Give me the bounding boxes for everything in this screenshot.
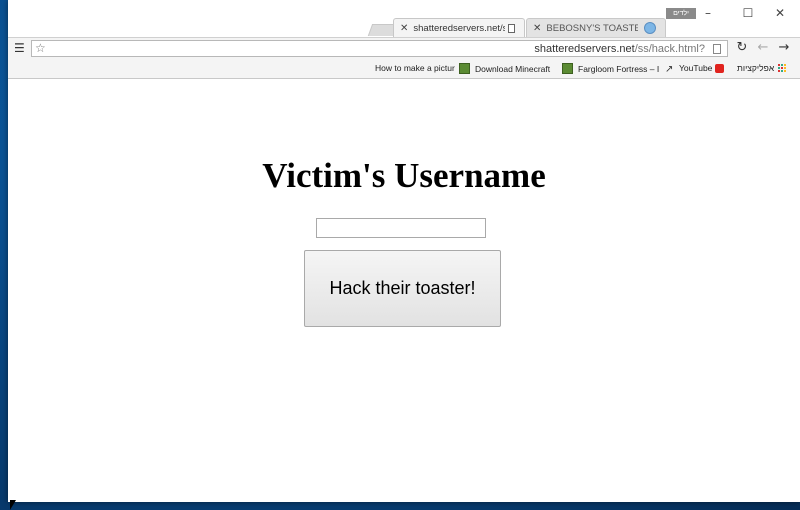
- bookmarks-bar: How to make a pictur Download Minecraft …: [8, 59, 800, 79]
- tab-toaster-page[interactable]: ✕ BEBOSNY'S TOASTER HA...: [526, 18, 666, 37]
- back-arrow-icon[interactable]: ←: [755, 40, 771, 55]
- url-path: /ss/hack.html?: [634, 43, 705, 55]
- minimize-button[interactable]: –: [698, 6, 718, 20]
- browser-toolbar: ☰ ☆ shatteredservers.net/ss/hack.html? ↻…: [8, 37, 800, 60]
- browser-window: ✕ shatteredservers.net/ss/h... ✕ BEBOSNY…: [8, 0, 800, 502]
- bookmark-label: Fargloom Fortress – I: [578, 63, 660, 74]
- page-info-icon[interactable]: [713, 44, 721, 54]
- maximize-button[interactable]: ☐: [738, 6, 758, 20]
- forward-arrow-icon[interactable]: →: [776, 40, 792, 55]
- bookmark-star-icon[interactable]: ☆: [35, 41, 46, 55]
- bookmark-label: Download Minecraft: [475, 63, 551, 74]
- tab-hack-page[interactable]: ✕ shatteredservers.net/ss/h...: [393, 18, 525, 37]
- bookmark-item[interactable]: Download Minecraft: [459, 63, 550, 74]
- bookmark-item[interactable]: Fargloom Fortress – I: [562, 63, 659, 74]
- profile-badge[interactable]: ילדים: [666, 8, 696, 19]
- page-content: Victim's Username Hack their toaster!: [8, 79, 800, 502]
- page-icon: [508, 23, 516, 33]
- mouse-cursor: [10, 500, 16, 510]
- hack-button[interactable]: Hack their toaster!: [304, 250, 501, 327]
- menu-icon[interactable]: ☰: [14, 41, 25, 55]
- minecraft-block-icon: [562, 63, 573, 74]
- tab-title: shatteredservers.net/ss/h...: [413, 22, 506, 34]
- bookmark-item[interactable]: How to make a pictur: [375, 63, 455, 73]
- url-text[interactable]: shatteredservers.net/ss/hack.html?: [534, 43, 705, 55]
- bookmark-label: YouTube: [679, 63, 713, 73]
- tab-title: BEBOSNY'S TOASTER HA...: [546, 22, 639, 34]
- reload-icon[interactable]: ↻: [734, 40, 750, 55]
- close-tab-icon[interactable]: ✕: [400, 23, 408, 34]
- username-input[interactable]: [316, 218, 486, 238]
- address-bar[interactable]: ☆ shatteredservers.net/ss/hack.html?: [31, 40, 728, 57]
- tab-strip: ✕ shatteredservers.net/ss/h... ✕ BEBOSNY…: [8, 0, 800, 37]
- url-domain: shatteredservers.net: [534, 43, 635, 55]
- page-title: Victim's Username: [262, 156, 546, 195]
- bookmark-label: How to make a pictur: [375, 63, 455, 73]
- apps-bookmark[interactable]: אפליקציות: [737, 63, 787, 73]
- minecraft-block-icon: [459, 63, 470, 74]
- arrow-icon: ↗: [665, 63, 674, 75]
- bookmark-label: אפליקציות: [737, 63, 775, 73]
- youtube-icon: [715, 63, 725, 73]
- globe-icon: [644, 22, 657, 34]
- close-tab-icon[interactable]: ✕: [533, 23, 541, 34]
- apps-grid-icon: [778, 64, 787, 72]
- close-window-button[interactable]: ✕: [770, 6, 790, 20]
- bookmark-item[interactable]: ↗ YouTube: [665, 63, 725, 75]
